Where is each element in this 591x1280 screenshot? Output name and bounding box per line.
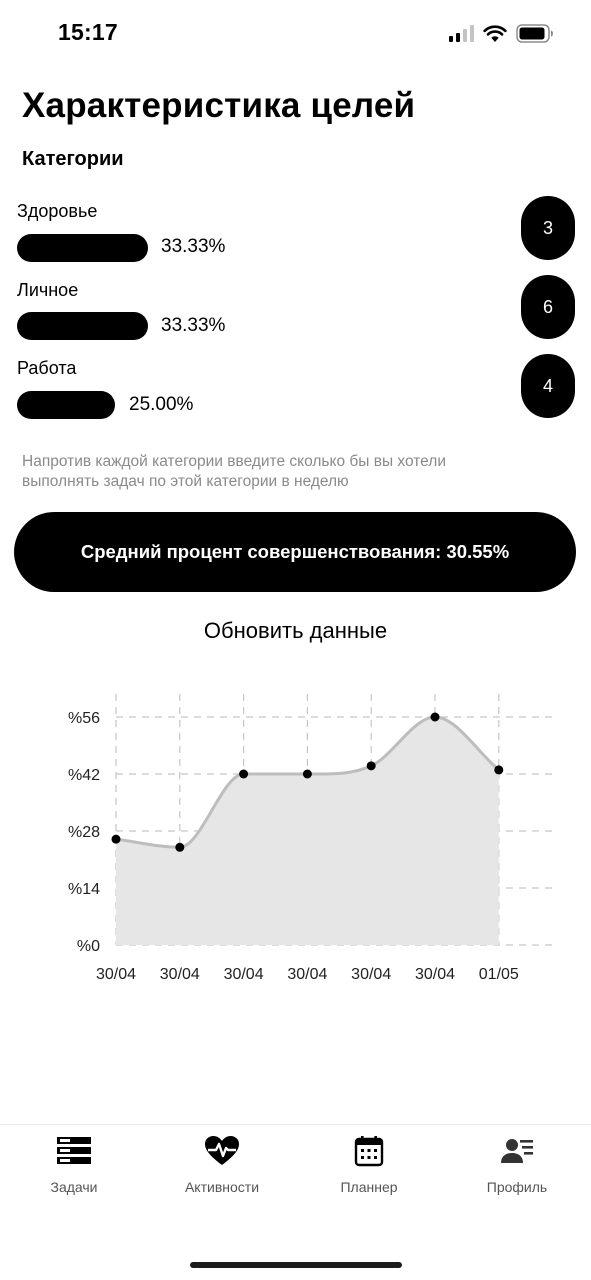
category-label: Личное [17,280,79,300]
profile-icon [501,1139,533,1163]
chart-data-point [239,769,249,779]
average-improvement-button[interactable]: Средний процент совершенствования: 30.55… [14,512,576,592]
category-progress-bar [17,312,148,340]
y-tick-label: %28 [68,824,100,841]
y-tick-label: %0 [77,938,100,955]
y-tick-label: %42 [68,767,100,784]
tab-label: Планнер [340,1179,398,1195]
cellular-signal-icon [449,25,474,42]
chart-data-point [430,712,440,722]
category-label: Работа [17,358,77,378]
refresh-data-link[interactable]: Обновить данные [0,618,591,644]
category-count-button[interactable]: 6 [521,275,575,339]
tab-profile[interactable]: Профиль [452,1135,582,1195]
category-label: Здоровье [17,201,98,221]
status-bar: 15:17 [0,0,591,66]
status-icons [449,24,554,43]
chart-data-point [494,765,504,775]
chart-data-point [302,769,312,779]
x-tick-label: 30/04 [224,966,264,983]
y-tick-label: %56 [68,710,100,727]
category-progress-bar [17,391,115,419]
tab-tasks[interactable]: Задачи [9,1135,139,1195]
category-percent: 25.00% [129,394,194,415]
x-tick-label: 30/04 [415,966,455,983]
chart-data-point [111,834,121,844]
calendar-icon [354,1136,384,1167]
status-time: 15:17 [58,19,118,45]
category-percent: 33.33% [161,315,226,336]
x-tick-label: 30/04 [160,966,200,983]
tasks-icon [57,1137,91,1164]
section-title: Категории [22,148,124,170]
tab-activities[interactable]: Активности [157,1135,287,1195]
battery-icon [516,24,553,43]
tab-label: Задачи [50,1179,98,1195]
y-tick-label: %14 [68,881,100,898]
x-tick-label: 30/04 [287,966,327,983]
tab-label: Профиль [486,1179,548,1195]
tab-planner[interactable]: Планнер [304,1135,434,1195]
category-count-button[interactable]: 4 [521,354,575,418]
category-percent: 33.33% [161,236,226,257]
chart-data-point [366,761,376,771]
page-title: Характеристика целей [22,86,416,125]
tab-label: Активности [184,1179,260,1195]
x-tick-label: 30/04 [96,966,136,983]
category-progress-bar [17,234,148,262]
wifi-icon [483,24,507,42]
hint-text: Напротив каждой категории введите скольк… [22,453,446,490]
progress-chart: %0 %14 %28 %42 %56 30/04 30/04 30/04 30/04 30/04… [68,694,558,983]
category-count-button[interactable]: 3 [521,196,575,260]
tab-bar: Задачи Активности Планнер Профиль [0,1124,591,1280]
chart-data-point [175,842,185,852]
heart-activity-icon [205,1136,239,1165]
x-tick-label: 01/05 [479,966,519,983]
home-indicator [190,1262,402,1268]
x-tick-label: 30/04 [351,966,391,983]
